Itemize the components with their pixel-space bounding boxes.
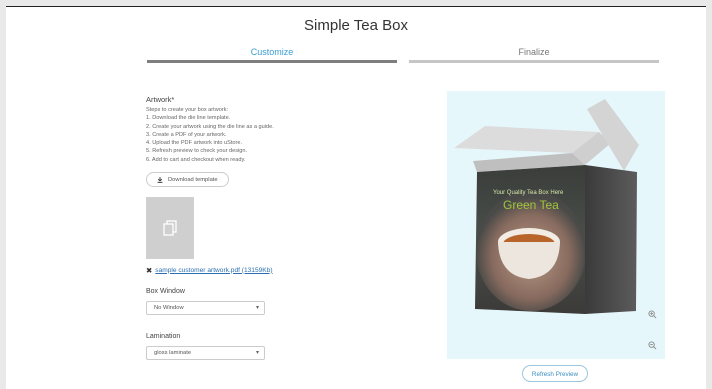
- step-finalize-label: Finalize: [518, 47, 550, 57]
- step-customize-bar: [147, 60, 397, 63]
- download-template-button[interactable]: Download template: [146, 172, 229, 188]
- step-customize-label: Customize: [250, 47, 294, 57]
- page-title: Simple Tea Box: [304, 17, 408, 34]
- chevron-down-icon: ▾: [255, 349, 259, 356]
- box-text-line-2: Green Tea: [503, 198, 559, 212]
- instruction-line: 3. Create a PDF of your artwork.: [146, 131, 227, 138]
- instruction-line: 6. Add to cart and checkout when ready.: [146, 156, 246, 163]
- box-window-select[interactable]: No Window ▾: [146, 300, 265, 315]
- step-finalize-bar: [409, 60, 659, 63]
- file-copy-icon: [163, 219, 177, 236]
- lamination-value: gloss laminate: [154, 349, 192, 356]
- page: Simple Tea Box Customize Finalize Artwor…: [6, 6, 706, 389]
- instruction-line: 4. Upload the PDF artwork into uStore.: [146, 140, 243, 147]
- step-customize[interactable]: Customize: [147, 47, 397, 63]
- customize-form: Artwork* Steps to create your box artwor…: [146, 95, 406, 360]
- chevron-down-icon: ▾: [255, 304, 259, 311]
- box-preview-panel: Your Quality Tea Box Here Green Tea: [447, 91, 665, 359]
- artwork-thumbnail[interactable]: [146, 196, 194, 259]
- instruction-line: 2. Create your artwork using the die lin…: [146, 123, 274, 130]
- download-template-label: Download template: [168, 176, 218, 183]
- uploaded-file-row: ✖ sample customer artwork.pdf (13159Kb): [146, 266, 406, 275]
- instruction-line: 1. Download the die line template.: [146, 115, 231, 122]
- remove-file-icon[interactable]: ✖: [146, 266, 152, 275]
- box-window-label: Box Window: [146, 287, 185, 295]
- instruction-line: Steps to create your box artwork:: [146, 107, 229, 113]
- step-progress: Customize Finalize: [147, 47, 659, 69]
- uploaded-file-link[interactable]: sample customer artwork.pdf (13159Kb): [155, 267, 272, 274]
- box-window-value: No Window: [154, 304, 184, 311]
- artwork-label: Artwork*: [146, 95, 175, 104]
- zoom-in-icon[interactable]: [648, 310, 657, 319]
- tea-box-3d-preview: Your Quality Tea Box Here Green Tea: [454, 99, 639, 314]
- box-text-line-1: Your Quality Tea Box Here: [493, 190, 564, 196]
- lamination-select[interactable]: gloss laminate ▾: [146, 345, 265, 360]
- instruction-line: 5. Refresh preview to check your design.: [146, 148, 248, 155]
- artwork-instructions: Steps to create your box artwork: 1. Dow…: [146, 106, 406, 164]
- box-side-face: [585, 165, 637, 314]
- refresh-preview-button[interactable]: Refresh Preview: [522, 365, 588, 382]
- step-finalize[interactable]: Finalize: [409, 47, 659, 63]
- lamination-label: Lamination: [146, 332, 181, 340]
- zoom-out-icon[interactable]: [648, 341, 657, 350]
- download-icon: [157, 176, 163, 183]
